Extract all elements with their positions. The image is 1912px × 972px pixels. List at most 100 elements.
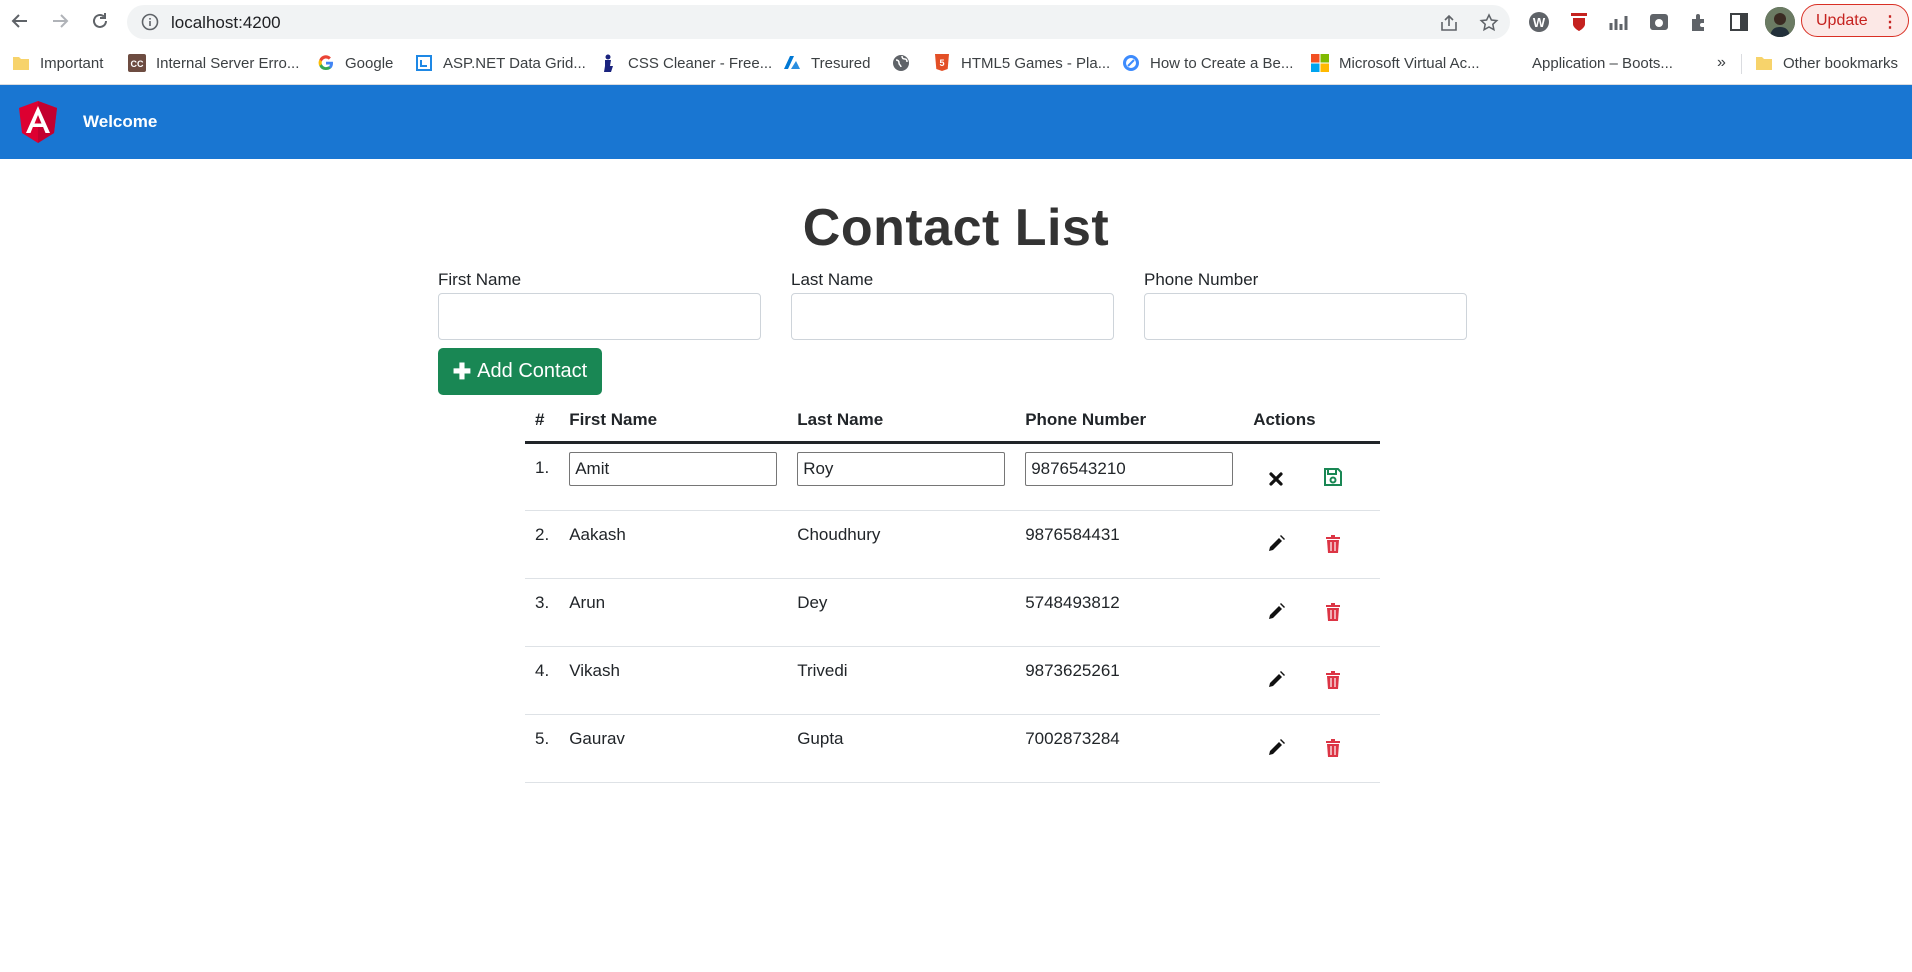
cell-last-name: Dey [787, 578, 1016, 647]
arrow-right-icon [53, 14, 69, 28]
cell-last-name: Gupta [787, 714, 1016, 783]
bookmark-globe[interactable] [892, 52, 920, 74]
navbar-title[interactable]: Welcome [83, 112, 157, 132]
update-button[interactable]: Update ⋮ [1801, 4, 1909, 37]
delete-button[interactable] [1320, 531, 1346, 557]
folder-icon [12, 54, 30, 72]
cell-first-name: Arun [559, 578, 788, 647]
folder-icon [1755, 54, 1773, 72]
trash-icon [1325, 739, 1340, 757]
svg-text:5: 5 [939, 58, 944, 68]
address-bar[interactable]: localhost:4200 [127, 5, 1510, 39]
browser-toolbar: localhost:4200 W Update ⋮ [0, 0, 1912, 44]
save-button[interactable] [1320, 464, 1346, 490]
bookmark-how-to-create[interactable]: How to Create a Be... [1122, 52, 1293, 74]
save-icon [1323, 468, 1342, 486]
first-name-label: First Name [438, 270, 522, 289]
pencil-icon [1269, 603, 1286, 619]
chart-icon [1609, 16, 1628, 30]
delete-button[interactable] [1320, 667, 1346, 693]
bookmarks-overflow-button[interactable]: » [1717, 52, 1726, 74]
bookmark-microsoft-virtual[interactable]: Microsoft Virtual Ac... [1311, 52, 1480, 74]
info-icon[interactable] [141, 13, 159, 31]
bookmarks-bar: Important CC Internal Server Erro... Goo… [0, 44, 1912, 85]
row-index: 3. [525, 578, 560, 647]
bookmark-important[interactable]: Important [12, 52, 103, 74]
forward-button[interactable] [48, 9, 72, 33]
bookmark-other-bookmarks[interactable]: Other bookmarks [1755, 52, 1898, 74]
cc-icon: CC [128, 54, 146, 72]
edit-button[interactable] [1263, 735, 1289, 761]
edit-button[interactable] [1263, 531, 1289, 557]
wordpress-icon: W [1529, 12, 1549, 32]
edit-last-name-input[interactable] [797, 452, 1006, 486]
svg-text:CC: CC [131, 59, 144, 69]
edit-button[interactable] [1263, 599, 1289, 625]
pencil-icon [1269, 671, 1286, 687]
bookmark-tresured[interactable]: Tresured [783, 52, 870, 74]
bookmark-application-boots[interactable]: Application – Boots... [1532, 52, 1673, 74]
bookmark-label: HTML5 Games - Pla... [961, 54, 1111, 72]
delete-button[interactable] [1320, 599, 1346, 625]
shield-extension[interactable] [1567, 10, 1591, 34]
edit-first-name-input[interactable] [569, 452, 778, 486]
edit-phone-number-input[interactable] [1025, 452, 1234, 486]
row-index: 5. [525, 714, 560, 783]
contacts-table: # First Name Last Name Phone Number Acti… [525, 399, 1380, 783]
cell-first-name: Gaurav [559, 714, 788, 783]
plus-icon: ✚ [452, 358, 472, 384]
bookmark-css-cleaner[interactable]: CSS Cleaner - Free... [600, 52, 772, 74]
trash-icon [1325, 671, 1340, 689]
edit-button[interactable] [1263, 667, 1289, 693]
bookmark-internal-server-error[interactable]: CC Internal Server Erro... [128, 52, 299, 74]
angular-logo-icon [19, 101, 57, 148]
table-row-editing: 1. [525, 442, 1380, 511]
add-contact-label: Add Contact [477, 360, 588, 382]
bookmark-label: Internal Server Erro... [156, 54, 300, 72]
extensions-button[interactable] [1687, 10, 1711, 34]
last-name-input[interactable] [791, 293, 1114, 340]
bookmark-google[interactable]: Google [317, 52, 393, 74]
more-menu-icon: ⋮ [1882, 14, 1898, 31]
shield-icon [1571, 13, 1587, 31]
reload-button[interactable] [88, 9, 112, 33]
add-contact-button[interactable]: ✚ Add Contact [438, 348, 602, 395]
cell-phone-number: 9873625261 [1015, 646, 1244, 715]
devtools-extension[interactable] [1647, 10, 1671, 34]
pencil-icon [1269, 739, 1286, 755]
analytics-extension[interactable] [1607, 10, 1631, 34]
grid-icon [415, 54, 433, 72]
bookmark-label: ASP.NET Data Grid... [443, 54, 586, 72]
bookmark-html5-games[interactable]: 5 HTML5 Games - Pla... [933, 52, 1110, 74]
table-row: 2. Aakash Choudhury 9876584431 [525, 510, 1380, 579]
column-header-index: # [525, 399, 560, 444]
cell-last-name: Trivedi [787, 646, 1016, 715]
table-row: 5. Gaurav Gupta 7002873284 [525, 714, 1380, 783]
phone-number-input[interactable] [1144, 293, 1467, 340]
app-navbar: Welcome [0, 85, 1912, 159]
row-index: 4. [525, 646, 560, 715]
column-header-last-name: Last Name [787, 399, 1016, 444]
svg-text:W: W [1533, 15, 1546, 30]
share-button[interactable] [1438, 12, 1460, 34]
table-row: 4. Vikash Trivedi 9873625261 [525, 646, 1380, 715]
side-panel-button[interactable] [1727, 10, 1751, 34]
wordpress-extension[interactable]: W [1527, 10, 1551, 34]
microsoft-icon [1311, 54, 1329, 72]
bookmark-star-button[interactable] [1478, 12, 1500, 34]
column-header-first-name: First Name [559, 399, 788, 444]
profile-avatar[interactable] [1765, 7, 1795, 37]
cell-phone-number: 5748493812 [1015, 578, 1244, 647]
broom-icon [600, 54, 618, 72]
bookmark-aspnet-data-grid[interactable]: ASP.NET Data Grid... [415, 52, 586, 74]
cell-first-name: Vikash [559, 646, 788, 715]
url-text[interactable]: localhost:4200 [171, 13, 281, 33]
cell-phone-number: 9876584431 [1015, 510, 1244, 579]
cell-first-name: Aakash [559, 510, 788, 579]
google-icon [317, 54, 335, 72]
column-header-phone-number: Phone Number [1015, 399, 1244, 444]
first-name-input[interactable] [438, 293, 761, 340]
cancel-edit-button[interactable] [1263, 466, 1289, 492]
delete-button[interactable] [1320, 735, 1346, 761]
back-button[interactable] [8, 9, 32, 33]
